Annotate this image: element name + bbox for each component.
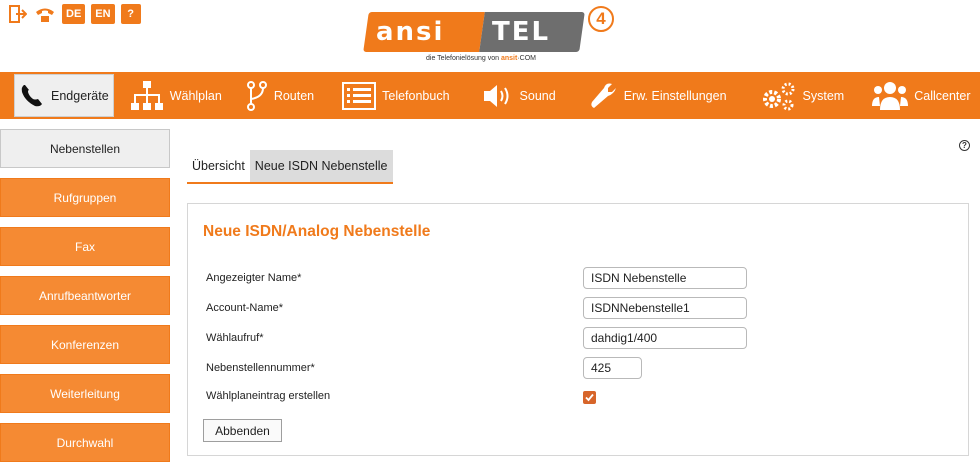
nav-callcenter[interactable]: Callcenter	[864, 74, 978, 117]
checkmark-icon	[585, 393, 594, 402]
label-nebenstellennummer: Nebenstellennummer*	[206, 362, 315, 374]
logo-text-tel: TEL	[492, 17, 551, 47]
logo-text-ansi: ansi	[376, 17, 445, 47]
help-icon[interactable]: ?	[959, 140, 970, 151]
route-icon	[246, 80, 267, 111]
nav-label: Callcenter	[914, 88, 971, 103]
dialplan-entry-checkbox[interactable]	[583, 391, 596, 404]
tab-neue-isdn-nebenstelle[interactable]: Neue ISDN Nebenstelle	[249, 150, 393, 182]
sidebar-item-durchwahl[interactable]: Durchwahl	[0, 423, 170, 462]
gears-icon	[762, 82, 795, 110]
nav-telefonbuch[interactable]: Telefonbuch	[334, 74, 457, 117]
nav-label: Sound	[519, 88, 556, 103]
form-panel: Neue ISDN/Analog Nebenstelle Angezeigter…	[187, 203, 969, 456]
sidebar-item-weiterleitung[interactable]: Weiterleitung	[0, 374, 170, 413]
list-icon	[342, 81, 377, 110]
nav-label: Wählplan	[169, 88, 222, 103]
sidebar-item-anrufbeantworter[interactable]: Anrufbeantworter	[0, 276, 170, 315]
sidebar-item-nebenstellen[interactable]: Nebenstellen	[0, 129, 170, 168]
lang-de-button[interactable]: DE	[62, 4, 86, 24]
sidebar-item-rufgruppen[interactable]: Rufgruppen	[0, 178, 170, 217]
nav-routen[interactable]: Routen	[238, 74, 322, 117]
lang-en-button[interactable]: EN	[91, 4, 115, 24]
sidebar-item-fax[interactable]: Fax	[0, 227, 170, 266]
dial-string-input[interactable]: dahdig1/400	[583, 327, 747, 349]
display-name-input[interactable]: ISDN Nebenstelle	[583, 267, 747, 289]
nav-label: Routen	[273, 88, 315, 103]
cancel-button[interactable]: Abbenden	[203, 419, 282, 442]
main-nav: Endgeräte Wählplan Routen Telefonbuch So…	[0, 72, 980, 119]
phone-icon	[21, 84, 42, 106]
account-name-input[interactable]: ISDNNebenstelle1	[583, 297, 747, 319]
nav-waehlplan[interactable]: Wählplan	[122, 74, 230, 117]
phone-hangup-icon[interactable]	[34, 4, 56, 24]
wrench-icon	[591, 83, 616, 108]
sitemap-icon	[130, 80, 163, 110]
tagline-suffix: ·COM	[517, 55, 536, 62]
quick-icons: DE EN ?	[8, 4, 141, 24]
users-icon	[872, 81, 909, 110]
label-waehlplaneintrag: Wählplaneintrag erstellen	[206, 390, 331, 402]
sidebar-item-konferenzen[interactable]: Konferenzen	[0, 325, 170, 364]
nav-label: Telefonbuch	[382, 88, 450, 103]
sidebar: Nebenstellen Rufgruppen Fax Anrufbeantwo…	[0, 129, 170, 472]
tagline-prefix: die Telefonielösung von	[426, 55, 501, 62]
nav-label: Endgeräte	[51, 88, 109, 103]
nav-system[interactable]: System	[753, 74, 853, 117]
extension-number-input[interactable]: 425	[583, 357, 642, 379]
form-title: Neue ISDN/Analog Nebenstelle	[203, 223, 431, 240]
tagline-brand: ansit	[500, 55, 518, 62]
ansitel-logo: ansi TEL 4 die Telefonielösung von ansit…	[363, 6, 616, 70]
label-angezeigter-name: Angezeigter Name*	[206, 272, 302, 284]
logo-tagline: die Telefonielösung von ansit·COM	[426, 55, 536, 62]
nav-endgeraete[interactable]: Endgeräte	[14, 74, 114, 117]
nav-sound[interactable]: Sound	[474, 74, 564, 117]
speaker-icon	[483, 84, 509, 107]
tab-uebersicht[interactable]: Übersicht	[187, 150, 250, 182]
logo-version-badge: 4	[588, 6, 614, 32]
top-bar: DE EN ? ansi TEL 4 die Telefonielösung v…	[0, 0, 980, 76]
label-waehlaufruf: Wählaufruf*	[206, 332, 264, 344]
nav-erw-einstellungen[interactable]: Erw. Einstellungen	[582, 74, 735, 117]
help-button[interactable]: ?	[120, 4, 141, 24]
tab-bar: Übersicht Neue ISDN Nebenstelle	[187, 150, 393, 184]
label-account-name: Account-Name*	[206, 302, 284, 314]
nav-label: System	[802, 88, 845, 103]
logout-icon[interactable]	[8, 4, 28, 24]
nav-label: Erw. Einstellungen	[623, 88, 727, 103]
